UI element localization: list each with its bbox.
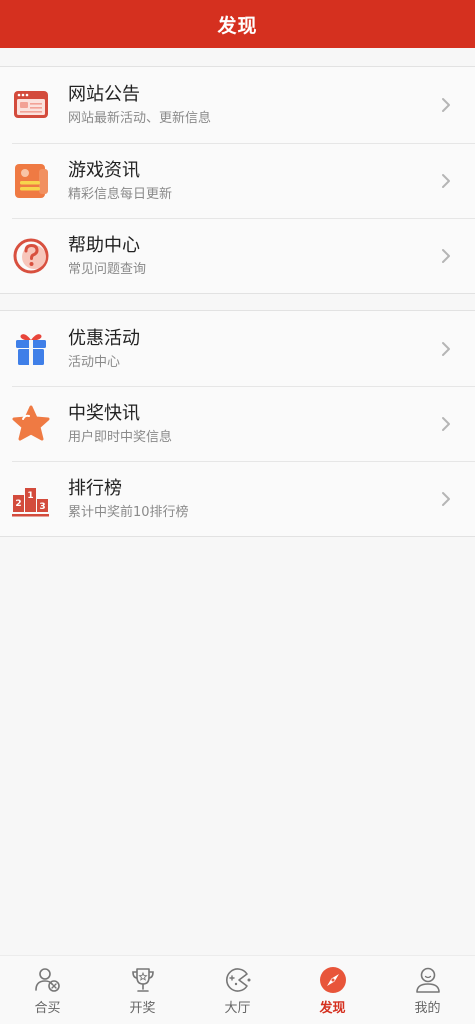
menu-item-title: 网站公告 [68, 84, 140, 105]
chevron-right-icon [442, 173, 450, 188]
chevron-right-icon [442, 491, 450, 506]
menu-item-subtitle: 活动中心 [68, 355, 121, 370]
tab-lobby[interactable]: 大厅 [190, 956, 285, 1024]
chevron-right-icon [442, 98, 450, 112]
menu-item-subtitle: 常见问题查询 [68, 262, 147, 277]
podium-icon: 2 1 3 [12, 487, 49, 516]
tab-profile[interactable]: 我的 [380, 956, 475, 1024]
bottom-tab-bar: 合买 开奖 大厅 发现 我的 [0, 955, 475, 1024]
tab-discover[interactable]: 发现 [285, 956, 380, 1024]
tab-lottery-results[interactable]: 开奖 [95, 956, 190, 1024]
podium-number: 3 [39, 502, 45, 512]
menu-item-title: 中奖快讯 [68, 403, 140, 424]
podium-number: 2 [15, 499, 21, 509]
gift-icon [16, 333, 46, 365]
chevron-right-icon [442, 416, 450, 431]
menu-item-subtitle: 累计中奖前10排行榜 [68, 505, 189, 520]
tab-label: 发现 [319, 1001, 346, 1016]
menu-item-title: 帮助中心 [68, 235, 140, 256]
chevron-right-icon [442, 341, 450, 356]
lobby-icon [225, 968, 250, 992]
tab-label: 开奖 [129, 1001, 156, 1016]
group-buy-icon [34, 968, 60, 992]
menu-item-promotions[interactable]: 优惠活动 活动中心 [0, 311, 475, 386]
header-bar: 发现 [0, 0, 475, 48]
menu-group-activities: 优惠活动 活动中心 中奖快讯 用户即时中奖信息 2 1 3 排行榜 累计中奖前1… [0, 310, 475, 537]
menu-item-title: 优惠活动 [68, 328, 140, 349]
help-icon [13, 238, 49, 273]
menu-item-title: 游戏资讯 [68, 160, 140, 181]
star-icon [12, 405, 50, 440]
menu-item-winning-news[interactable]: 中奖快讯 用户即时中奖信息 [0, 386, 475, 461]
menu-group-info: 网站公告 网站最新活动、更新信息 游戏资讯 精彩信息每日更新 帮助中心 常见问题… [0, 66, 475, 294]
news-icon [15, 163, 48, 198]
podium-number: 1 [27, 491, 33, 501]
tab-label: 大厅 [224, 1001, 251, 1016]
profile-icon [415, 967, 440, 993]
menu-item-subtitle: 精彩信息每日更新 [68, 187, 173, 202]
chevron-right-icon [442, 248, 450, 263]
tab-group-buy[interactable]: 合买 [0, 956, 95, 1024]
menu-item-leaderboard[interactable]: 2 1 3 排行榜 累计中奖前10排行榜 [0, 461, 475, 536]
menu-item-subtitle: 用户即时中奖信息 [68, 430, 173, 445]
tab-label: 我的 [414, 1001, 441, 1016]
page-title: 发现 [217, 14, 258, 37]
announcement-icon [14, 91, 48, 118]
tab-label: 合买 [34, 1001, 61, 1016]
compass-icon [319, 967, 346, 993]
menu-item-subtitle: 网站最新活动、更新信息 [68, 111, 212, 126]
trophy-icon [131, 968, 154, 992]
menu-item-title: 排行榜 [68, 478, 122, 499]
menu-item-game-news[interactable]: 游戏资讯 精彩信息每日更新 [0, 143, 475, 218]
menu-item-help-center[interactable]: 帮助中心 常见问题查询 [0, 218, 475, 293]
discover-screen: 发现 网站公告 网站最新活动、更新信息 游戏资讯 精彩信息每日更新 帮助中心 常… [0, 0, 475, 1024]
menu-item-announcements[interactable]: 网站公告 网站最新活动、更新信息 [0, 67, 475, 143]
